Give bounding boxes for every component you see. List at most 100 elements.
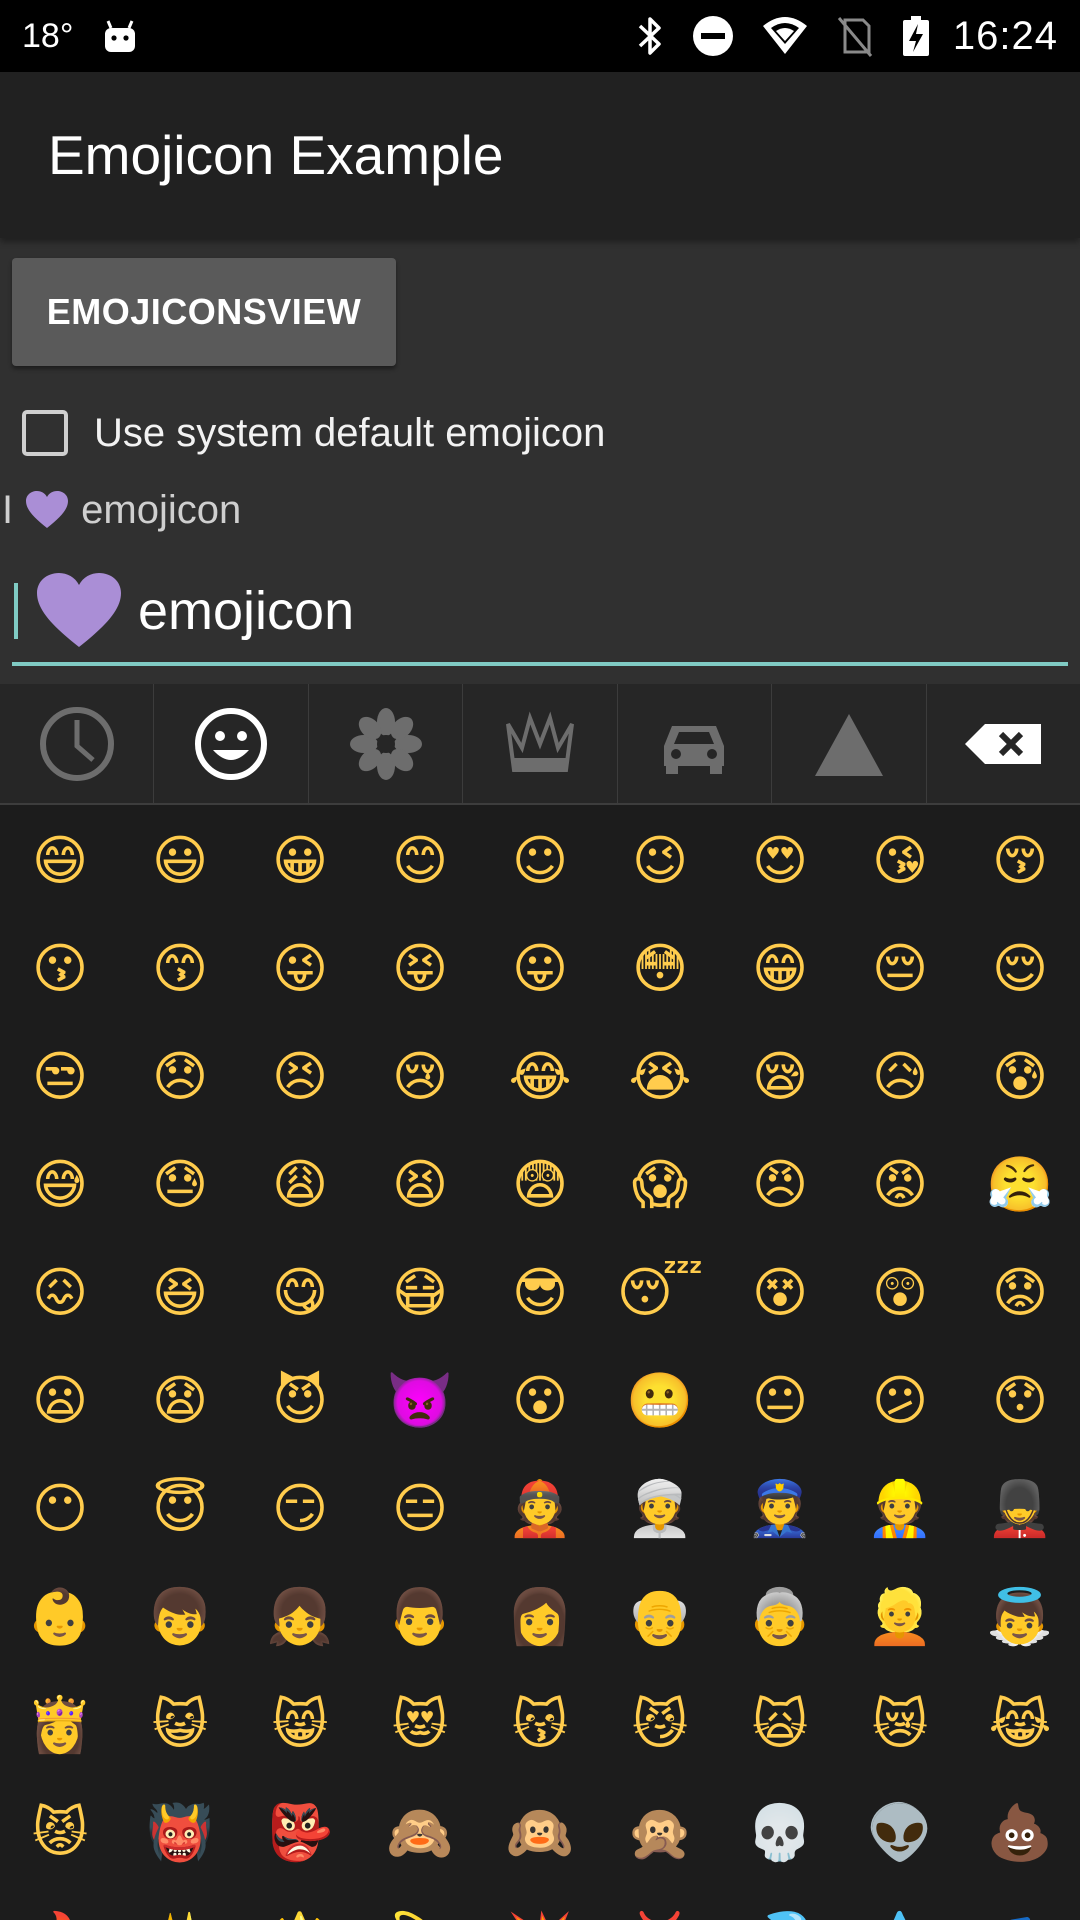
emoji-key[interactable]: 😖	[0, 1239, 120, 1347]
emoji-key[interactable]: 😑	[360, 1455, 480, 1563]
emoji-key[interactable]: 🙈	[360, 1779, 480, 1887]
emoji-key[interactable]: 👮	[720, 1455, 840, 1563]
emoji-key[interactable]: 😳	[600, 915, 720, 1023]
emoji-key[interactable]: 🙉	[480, 1779, 600, 1887]
emoji-key[interactable]: 💧	[840, 1887, 960, 1920]
emoji-key[interactable]: 👺	[240, 1779, 360, 1887]
emoji-key[interactable]: ✨	[120, 1887, 240, 1920]
system-default-emojicon-checkbox[interactable]: Use system default emojicon	[22, 405, 605, 461]
emoji-key[interactable]: 😈	[240, 1347, 360, 1455]
emoji-key[interactable]: 😊	[360, 807, 480, 915]
emoji-key[interactable]: 😣	[240, 1023, 360, 1131]
emoji-key[interactable]: 👶	[0, 1563, 120, 1671]
emoji-key[interactable]: 💢	[600, 1887, 720, 1920]
emoji-key[interactable]: 👴	[600, 1563, 720, 1671]
emoji-key[interactable]: 😘	[840, 807, 960, 915]
emoji-key[interactable]: 😶	[0, 1455, 120, 1563]
backspace-button[interactable]	[927, 684, 1080, 804]
emoji-key[interactable]: 😗	[0, 915, 120, 1023]
emoji-key[interactable]: 😺	[120, 1671, 240, 1779]
emoji-key[interactable]: 😟	[960, 1239, 1080, 1347]
emoji-key[interactable]: 👷	[840, 1455, 960, 1563]
emoji-key[interactable]: 😥	[840, 1023, 960, 1131]
tab-recent[interactable]	[0, 684, 155, 804]
emoji-key[interactable]: 😪	[720, 1023, 840, 1131]
emoji-key[interactable]: 🙀	[720, 1671, 840, 1779]
emoji-key[interactable]: 😩	[240, 1131, 360, 1239]
emoji-key[interactable]: 😠	[720, 1131, 840, 1239]
emoji-key[interactable]: 😸	[240, 1671, 360, 1779]
emoji-key[interactable]: 😚	[960, 807, 1080, 915]
emoji-key[interactable]: 😭	[600, 1023, 720, 1131]
emoji-key[interactable]: 👦	[120, 1563, 240, 1671]
emoji-key[interactable]: 😹	[960, 1671, 1080, 1779]
emoji-key[interactable]: 😻	[360, 1671, 480, 1779]
emoji-key[interactable]: 😴	[600, 1239, 720, 1347]
tab-people[interactable]	[154, 684, 309, 804]
emoji-key[interactable]: 😱	[600, 1131, 720, 1239]
emoji-key[interactable]: 💩	[960, 1779, 1080, 1887]
emoji-key[interactable]: 😲	[840, 1239, 960, 1347]
emoji-key[interactable]: 😍	[720, 807, 840, 915]
emoji-key[interactable]: 😷	[360, 1239, 480, 1347]
emoji-key[interactable]: 💀	[720, 1779, 840, 1887]
emoji-key[interactable]: 👨	[360, 1563, 480, 1671]
emoji-key[interactable]: 👸	[0, 1671, 120, 1779]
emoji-key[interactable]: 👿	[360, 1347, 480, 1455]
emoji-key[interactable]: 😅	[0, 1131, 120, 1239]
emoji-key[interactable]: 😼	[600, 1671, 720, 1779]
emoji-key[interactable]: 😯	[960, 1347, 1080, 1455]
emoji-key[interactable]: 💤	[960, 1887, 1080, 1920]
emoji-key[interactable]: 👧	[240, 1563, 360, 1671]
emoji-key[interactable]: 😡	[840, 1131, 960, 1239]
emoji-key[interactable]: 😨	[480, 1131, 600, 1239]
emoji-key[interactable]: 😀	[240, 807, 360, 915]
emoji-key[interactable]: 😓	[120, 1131, 240, 1239]
emoji-key[interactable]: 😁	[720, 915, 840, 1023]
emoji-key[interactable]: 😰	[960, 1023, 1080, 1131]
emoji-key[interactable]: 👵	[720, 1563, 840, 1671]
emoji-key[interactable]: 😵	[720, 1239, 840, 1347]
emoji-key[interactable]: 😎	[480, 1239, 600, 1347]
tab-objects[interactable]	[463, 684, 618, 804]
emoji-key[interactable]: 😃	[120, 807, 240, 915]
emoji-key[interactable]: ☺	[480, 807, 600, 915]
emoji-key[interactable]: 😬	[600, 1347, 720, 1455]
emojicon-edit-text[interactable]: emojicon	[12, 560, 1068, 666]
emoji-key[interactable]: 😾	[0, 1779, 120, 1887]
tab-places[interactable]	[618, 684, 773, 804]
emoji-key[interactable]: 😌	[960, 915, 1080, 1023]
emoji-key[interactable]: 💥	[480, 1887, 600, 1920]
emojiconsview-button[interactable]: EMOJICONSVIEW	[12, 258, 396, 366]
emoji-key[interactable]: 😽	[480, 1671, 600, 1779]
emoji-key[interactable]: 😇	[120, 1455, 240, 1563]
emoji-key[interactable]: 👹	[120, 1779, 240, 1887]
emoji-key[interactable]: 😋	[240, 1239, 360, 1347]
emoji-key[interactable]: 😦	[0, 1347, 120, 1455]
emoji-key[interactable]: 👩	[480, 1563, 600, 1671]
emoji-key[interactable]: 👲	[480, 1455, 600, 1563]
emoji-key[interactable]: 😐	[720, 1347, 840, 1455]
emoji-key[interactable]: 😏	[240, 1455, 360, 1563]
emoji-key[interactable]: 👽	[840, 1779, 960, 1887]
emoji-key[interactable]: 😕	[840, 1347, 960, 1455]
emoji-key[interactable]: 💦	[720, 1887, 840, 1920]
emoji-key[interactable]: 😝	[360, 915, 480, 1023]
emoji-key[interactable]: 😔	[840, 915, 960, 1023]
emoji-key[interactable]: 😿	[840, 1671, 960, 1779]
emoji-key[interactable]: 👱	[840, 1563, 960, 1671]
emoji-key[interactable]: 😒	[0, 1023, 120, 1131]
emoji-key[interactable]: 😮	[480, 1347, 600, 1455]
emoji-key[interactable]: 😛	[480, 915, 600, 1023]
emoji-key[interactable]: 💂	[960, 1455, 1080, 1563]
tab-symbols[interactable]	[772, 684, 927, 804]
emoji-key[interactable]: 🔥	[0, 1887, 120, 1920]
emoji-key[interactable]: 😉	[600, 807, 720, 915]
emoji-key[interactable]: 💫	[360, 1887, 480, 1920]
emoji-key[interactable]: 😢	[360, 1023, 480, 1131]
emoji-key[interactable]: 😫	[360, 1131, 480, 1239]
emoji-key[interactable]: 😂	[480, 1023, 600, 1131]
emoji-key[interactable]: 🙊	[600, 1779, 720, 1887]
emoji-key[interactable]: 😞	[120, 1023, 240, 1131]
emoji-key[interactable]: 🌟	[240, 1887, 360, 1920]
